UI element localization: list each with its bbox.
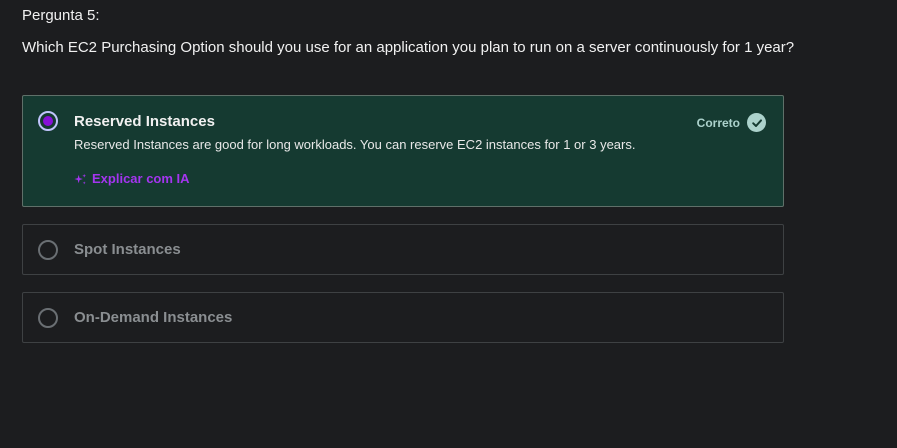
correct-badge: Correto <box>697 113 766 132</box>
radio-button-icon[interactable] <box>38 308 58 328</box>
question-text: Which EC2 Purchasing Option should you u… <box>22 39 795 56</box>
answer-option-on-demand-instances[interactable]: On-Demand Instances <box>22 292 784 343</box>
explain-with-ai-label: Explicar com IA <box>92 171 190 186</box>
answer-option-reserved-instances[interactable]: Reserved Instances Correto Reserved Inst… <box>22 95 784 207</box>
option-label: Reserved Instances <box>74 113 215 130</box>
explain-with-ai-button[interactable]: Explicar com IA <box>74 170 190 188</box>
question-number: Pergunta 5: <box>22 7 100 24</box>
radio-button-icon[interactable] <box>38 111 58 131</box>
check-circle-icon <box>747 113 766 132</box>
option-label: Spot Instances <box>74 241 181 258</box>
sparkle-icon <box>74 173 87 184</box>
answer-explanation: Reserved Instances are good for long wor… <box>74 137 636 152</box>
answer-option-spot-instances[interactable]: Spot Instances <box>22 224 784 275</box>
option-label: On-Demand Instances <box>74 309 233 326</box>
radio-button-icon[interactable] <box>38 240 58 260</box>
status-badge: Correto <box>696 115 740 130</box>
